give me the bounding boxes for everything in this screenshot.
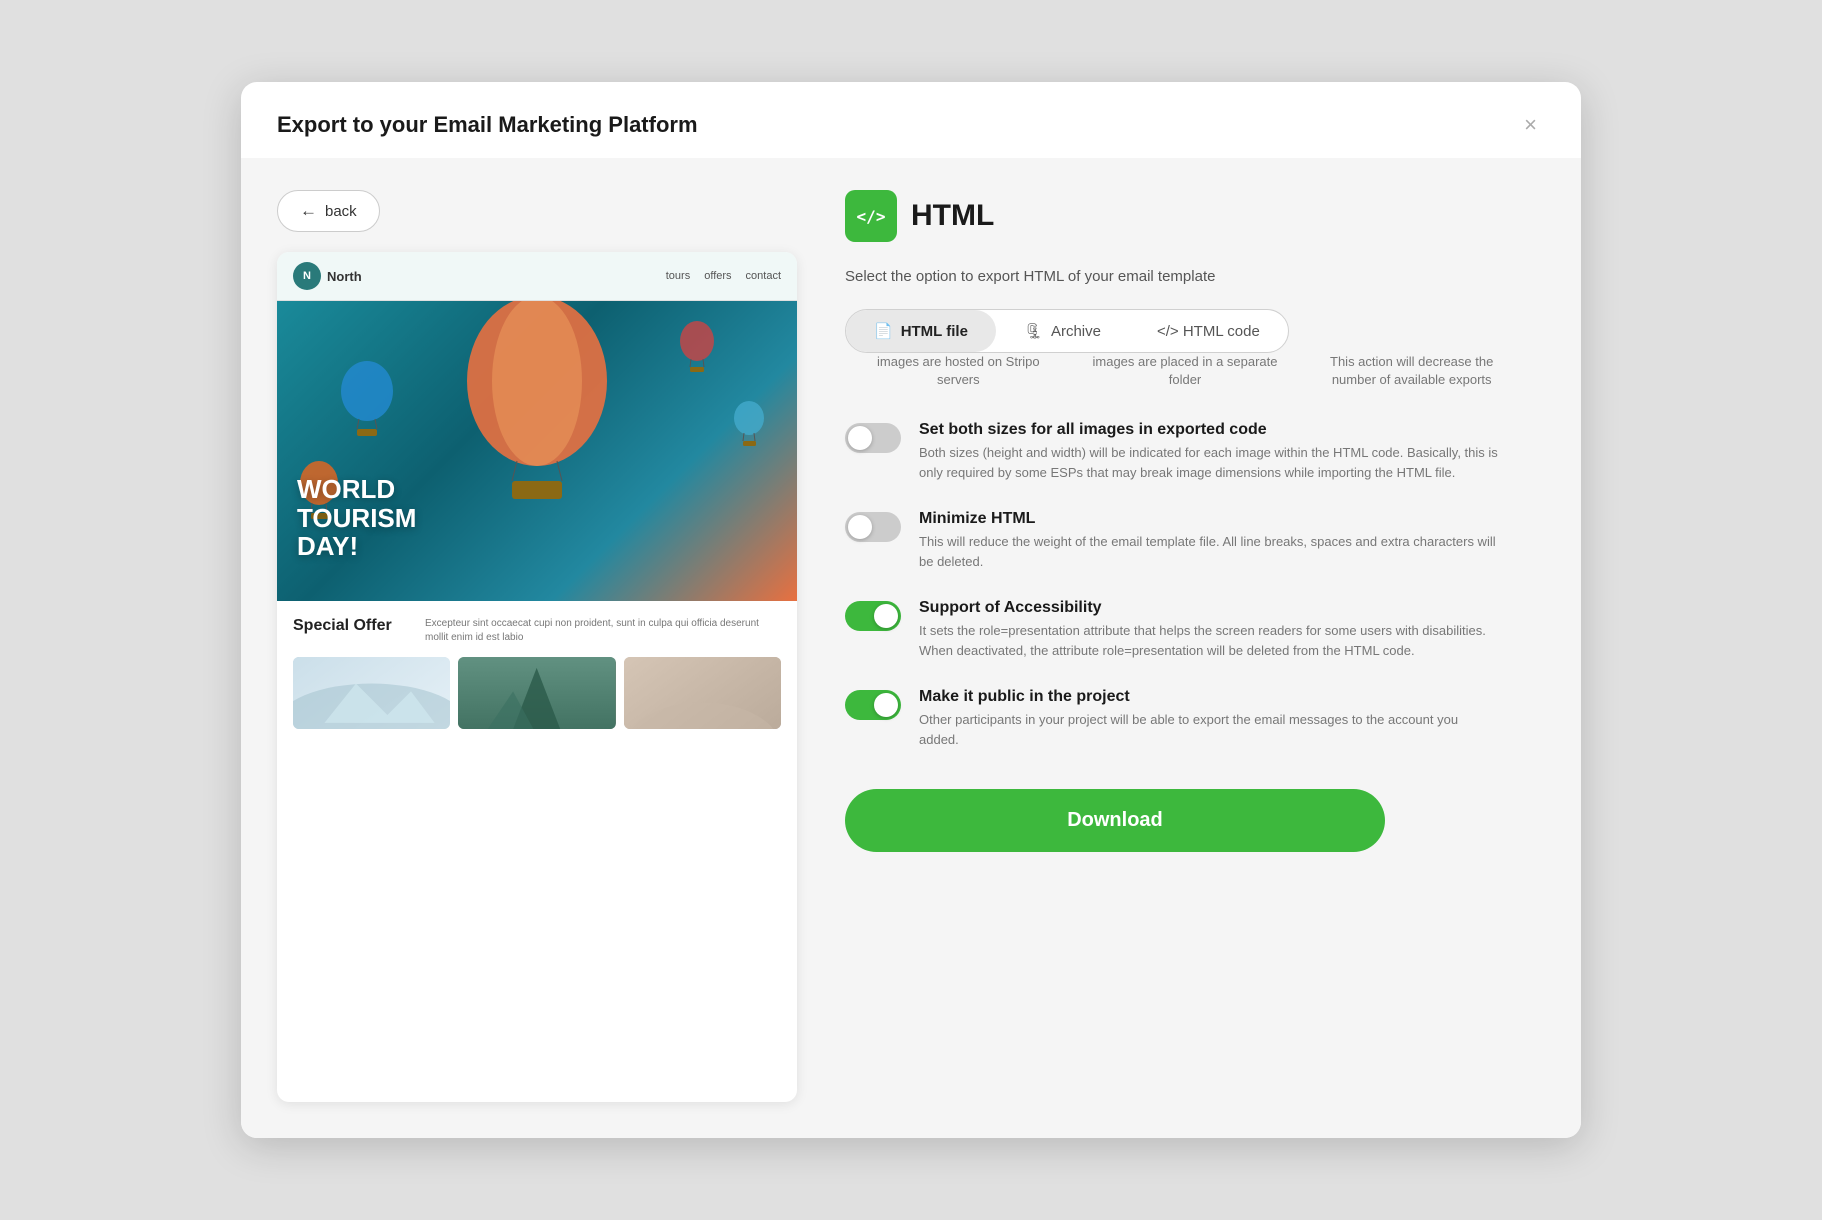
special-offer-text: Excepteur sint occaecat cupi non proiden…	[425, 617, 781, 645]
toggle-title-set-both-sizes: Set both sizes for all images in exporte…	[919, 421, 1499, 439]
tab-descriptions: images are hosted on Stripo servers imag…	[845, 353, 1525, 389]
toggle-row-set-both-sizes: Set both sizes for all images in exporte…	[845, 421, 1545, 482]
html-file-label: HTML file	[901, 323, 968, 340]
preview-nav-links: tours offers contact	[666, 270, 781, 282]
tab-archive[interactable]: 🗜 Archive	[996, 310, 1129, 352]
back-button[interactable]: ← back	[277, 190, 380, 232]
tab-desc-archive: images are placed in a separate folder	[1072, 353, 1299, 389]
preview-hero: WORLDTOURISMDAY!	[277, 301, 797, 601]
tab-selector: 📄 HTML file 🗜 Archive </> HTML code	[845, 309, 1289, 353]
toggle-desc-make-public: Other participants in your project will …	[919, 710, 1499, 749]
toggle-accessibility[interactable]	[845, 601, 901, 631]
export-title: HTML	[911, 199, 994, 233]
logo-name: North	[327, 269, 362, 284]
balloon-top-right	[677, 321, 717, 376]
preview-image-2	[458, 657, 615, 729]
modal-body: ← back N North tours offers contact	[241, 158, 1581, 1138]
tab-html-code[interactable]: </> HTML code	[1129, 310, 1288, 352]
toggle-content-accessibility: Support of Accessibility It sets the rol…	[919, 599, 1499, 660]
preview-image-1	[293, 657, 450, 729]
toggle-content-minimize-html: Minimize HTML This will reduce the weigh…	[919, 510, 1499, 571]
toggle-title-make-public: Make it public in the project	[919, 688, 1499, 706]
back-arrow-icon: ←	[300, 201, 317, 221]
logo-circle: N	[293, 262, 321, 290]
download-button[interactable]: Download	[845, 789, 1385, 852]
toggle-knob	[848, 426, 872, 450]
toggle-row-make-public: Make it public in the project Other part…	[845, 688, 1545, 749]
email-preview: N North tours offers contact	[277, 252, 797, 1102]
html-icon: </>	[845, 190, 897, 242]
export-title-group: HTML	[911, 199, 994, 233]
toggle-section: Set both sizes for all images in exporte…	[845, 421, 1545, 749]
html-code-label: </> HTML code	[1157, 323, 1260, 340]
toggle-knob	[848, 515, 872, 539]
close-button[interactable]: ×	[1516, 110, 1545, 140]
balloon-main	[457, 301, 617, 511]
special-offer-row: Special Offer Excepteur sint occaecat cu…	[293, 617, 781, 645]
toggle-content-make-public: Make it public in the project Other part…	[919, 688, 1499, 749]
toggle-row-accessibility: Support of Accessibility It sets the rol…	[845, 599, 1545, 660]
modal-header: Export to your Email Marketing Platform …	[241, 82, 1581, 158]
toggle-title-accessibility: Support of Accessibility	[919, 599, 1499, 617]
special-offer-title: Special Offer	[293, 617, 413, 635]
toggle-make-public[interactable]	[845, 690, 901, 720]
modal-title: Export to your Email Marketing Platform	[277, 112, 698, 138]
tab-html-file[interactable]: 📄 HTML file	[846, 310, 996, 352]
toggle-minimize-html[interactable]	[845, 512, 901, 542]
balloon-left	[337, 361, 397, 441]
toggle-desc-set-both-sizes: Both sizes (height and width) will be in…	[919, 443, 1499, 482]
toggle-knob	[874, 604, 898, 628]
toggle-desc-minimize-html: This will reduce the weight of the email…	[919, 532, 1499, 571]
hero-text: WORLDTOURISMDAY!	[297, 475, 416, 561]
preview-nav: N North tours offers contact	[277, 252, 797, 301]
preview-image-3	[624, 657, 781, 729]
archive-icon: 🗜	[1024, 322, 1043, 340]
tab-selector-container: 📄 HTML file 🗜 Archive </> HTML code imag…	[845, 309, 1545, 389]
toggle-desc-accessibility: It sets the role=presentation attribute …	[919, 621, 1499, 660]
toggle-set-both-sizes[interactable]	[845, 423, 901, 453]
export-header: </> HTML	[845, 190, 1545, 242]
back-label: back	[325, 203, 357, 220]
preview-images	[293, 657, 781, 729]
html-file-icon: 📄	[874, 322, 893, 340]
export-subtitle: Select the option to export HTML of your…	[845, 268, 1545, 285]
toggle-content-set-both-sizes: Set both sizes for all images in exporte…	[919, 421, 1499, 482]
export-modal: Export to your Email Marketing Platform …	[241, 82, 1581, 1138]
preview-logo: N North	[293, 262, 362, 290]
right-panel: </> HTML Select the option to export HTM…	[845, 190, 1545, 1102]
balloon-right	[732, 401, 767, 449]
archive-label: Archive	[1051, 323, 1101, 340]
toggle-title-minimize-html: Minimize HTML	[919, 510, 1499, 528]
toggle-row-minimize-html: Minimize HTML This will reduce the weigh…	[845, 510, 1545, 571]
toggle-knob	[874, 693, 898, 717]
left-panel: ← back N North tours offers contact	[277, 190, 797, 1102]
tab-desc-html-code: This action will decrease the number of …	[1298, 353, 1525, 389]
tab-desc-html-file: images are hosted on Stripo servers	[845, 353, 1072, 389]
preview-content: Special Offer Excepteur sint occaecat cu…	[277, 601, 797, 745]
